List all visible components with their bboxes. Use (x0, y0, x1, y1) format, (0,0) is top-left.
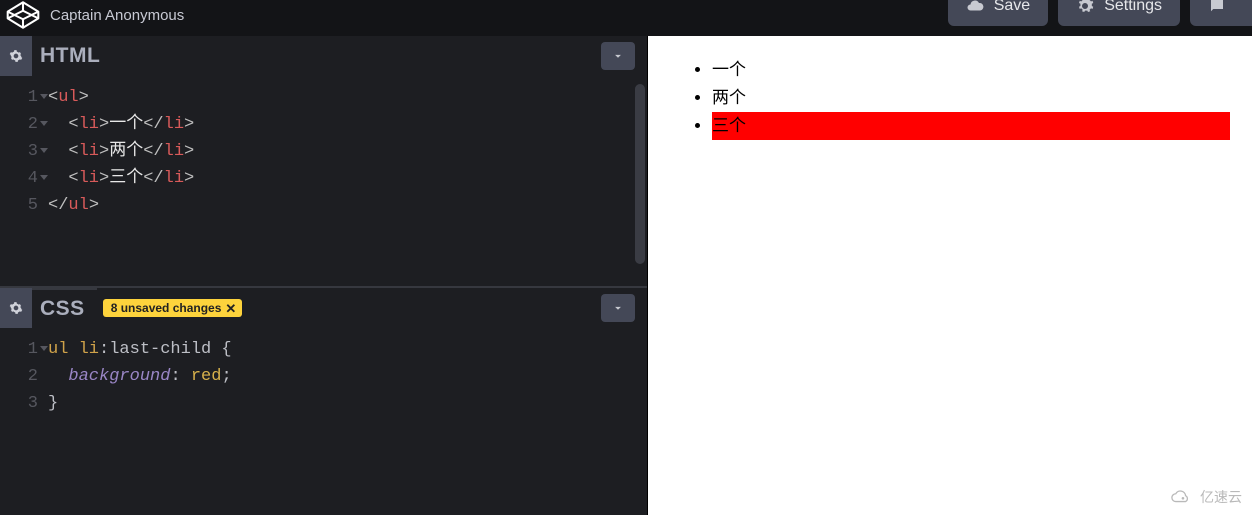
preview-list: 一个 两个 三个 (670, 56, 1230, 140)
css-panel-header: CSS 8 unsaved changes ✕ (0, 288, 647, 328)
logo-wrap: Captain Anonymous (6, 0, 184, 30)
unsaved-changes-badge[interactable]: 8 unsaved changes ✕ (103, 299, 243, 317)
chat-icon (1208, 0, 1226, 15)
settings-button-label: Settings (1104, 0, 1162, 15)
vertical-scrollbar[interactable] (635, 84, 645, 264)
list-item: 三个 (712, 112, 1230, 140)
html-collapse-button[interactable] (601, 42, 635, 70)
username: Captain Anonymous (50, 7, 184, 24)
editors-column: HTML 1 2 3 4 5 <ul> <li>一个</li> <li>两个</… (0, 36, 648, 515)
css-settings-button[interactable] (0, 288, 32, 328)
fold-icon[interactable] (40, 148, 48, 153)
gear-icon (9, 49, 23, 63)
html-gutter: 1 2 3 4 5 (0, 76, 44, 286)
gear-icon (1076, 0, 1094, 15)
codepen-logo-icon (6, 0, 40, 30)
css-gutter: 1 2 3 (0, 328, 44, 515)
list-item: 一个 (712, 56, 1230, 84)
html-code-body[interactable]: <ul> <li>一个</li> <li>两个</li> <li>三个</li>… (44, 76, 194, 286)
html-code-editor[interactable]: 1 2 3 4 5 <ul> <li>一个</li> <li>两个</li> <… (0, 76, 647, 286)
settings-button[interactable]: Settings (1058, 0, 1180, 26)
save-button[interactable]: Save (948, 0, 1048, 26)
css-code-body[interactable]: ul li:last-child { background: red; } (44, 328, 232, 515)
fold-icon[interactable] (40, 175, 48, 180)
watermark: 亿速云 (1168, 487, 1242, 507)
css-collapse-button[interactable] (601, 294, 635, 322)
chevron-down-icon (611, 49, 625, 63)
css-panel: CSS 8 unsaved changes ✕ 1 2 3 ul li:last… (0, 286, 647, 515)
html-panel-title: HTML (32, 36, 112, 76)
chevron-down-icon (611, 301, 625, 315)
css-panel-title: CSS (32, 288, 97, 328)
cloud-icon (966, 0, 984, 15)
fold-icon[interactable] (40, 121, 48, 126)
fold-icon[interactable] (40, 346, 48, 351)
preview-pane: 一个 两个 三个 亿速云 (648, 36, 1252, 515)
watermark-text: 亿速云 (1200, 487, 1242, 507)
gear-icon (9, 301, 23, 315)
top-bar: Captain Anonymous Save Settings (0, 0, 1252, 36)
fold-icon[interactable] (40, 94, 48, 99)
css-code-editor[interactable]: 1 2 3 ul li:last-child { background: red… (0, 328, 647, 515)
cloud-icon (1168, 488, 1194, 506)
list-item: 两个 (712, 84, 1230, 112)
extra-button[interactable] (1190, 0, 1252, 26)
close-icon[interactable]: ✕ (225, 302, 236, 315)
main: HTML 1 2 3 4 5 <ul> <li>一个</li> <li>两个</… (0, 36, 1252, 515)
html-panel-header: HTML (0, 36, 647, 76)
html-panel: HTML 1 2 3 4 5 <ul> <li>一个</li> <li>两个</… (0, 36, 647, 286)
unsaved-changes-label: 8 unsaved changes (111, 301, 222, 315)
top-buttons: Save Settings (948, 0, 1252, 26)
save-button-label: Save (994, 0, 1030, 15)
html-settings-button[interactable] (0, 36, 32, 76)
